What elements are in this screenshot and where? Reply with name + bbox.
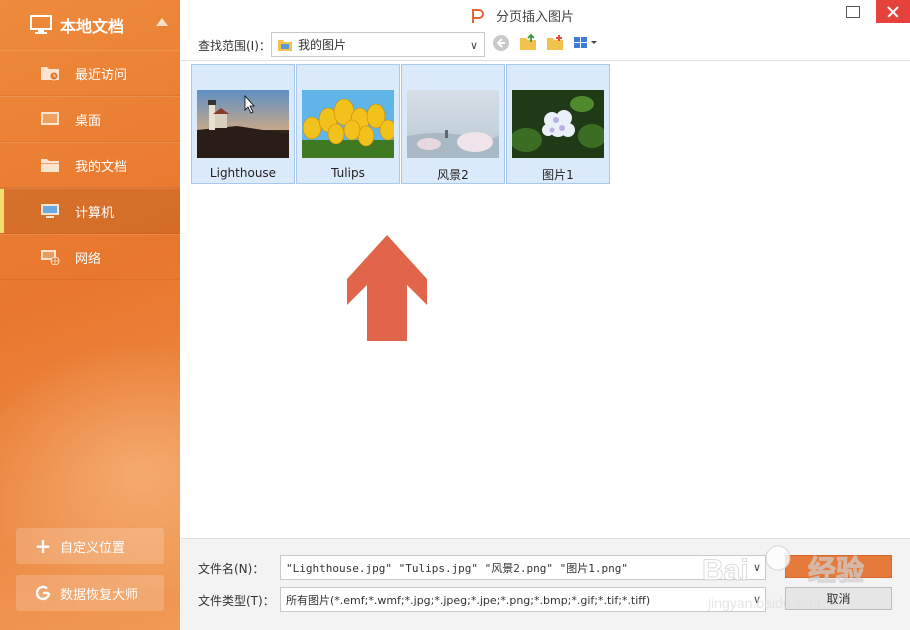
- sidebar-item-documents[interactable]: 我的文档: [0, 142, 180, 188]
- footer-panel: [181, 538, 910, 630]
- sidebar-item-computer[interactable]: 计算机: [0, 188, 180, 234]
- file-name: Tulips: [331, 166, 365, 180]
- network-icon: [41, 250, 60, 265]
- file-tile-lighthouse[interactable]: Lighthouse: [191, 64, 295, 184]
- view-menu-icon[interactable]: [573, 34, 601, 52]
- sidebar-item-label: 计算机: [75, 205, 115, 221]
- sidebar-title: 本地文档: [60, 17, 125, 36]
- back-icon[interactable]: [492, 34, 510, 52]
- filename-label: 文件名(N)：: [198, 562, 265, 576]
- tulips-thumbnail: [302, 90, 394, 158]
- filetype-value: 所有图片(*.emf;*.wmf;*.jpg;*.jpeg;*.jpe;*.pn…: [286, 593, 651, 607]
- file-list: Lighthouse Tulips 风景2 图片1: [181, 60, 910, 538]
- chevron-down-icon[interactable]: ∨: [753, 561, 761, 574]
- hydrangea-thumbnail: [512, 90, 604, 158]
- file-name: Lighthouse: [209, 166, 277, 180]
- sidebar-item-label: 桌面: [75, 113, 102, 129]
- close-button[interactable]: [876, 0, 910, 23]
- sidebar-item-label: 我的文档: [75, 159, 128, 175]
- file-tile-scenery[interactable]: 风景2: [401, 64, 505, 184]
- sidebar-list: 最近访问 桌面 我的文档 计算机 网络: [0, 50, 180, 280]
- computer-icon: [41, 204, 59, 218]
- file-tile-tulips[interactable]: Tulips: [296, 64, 400, 184]
- desktop-icon: [41, 112, 59, 125]
- open-button[interactable]: [785, 555, 892, 578]
- look-in-value: 我的图片: [298, 38, 347, 52]
- file-name: 风景2: [437, 168, 469, 182]
- pictures-folder-icon: [278, 39, 292, 51]
- recent-folder-icon: [41, 67, 59, 81]
- data-recovery-label: 数据恢复大师: [60, 587, 139, 603]
- sidebar-item-label: 网络: [75, 251, 102, 267]
- sidebar-item-desktop[interactable]: 桌面: [0, 96, 180, 142]
- plus-icon: +: [34, 534, 52, 558]
- maximize-button[interactable]: [846, 6, 860, 18]
- file-tile-image1[interactable]: 图片1: [506, 64, 610, 184]
- dialog-title-group: 分页插入图片: [470, 6, 574, 25]
- new-folder-icon[interactable]: [546, 34, 564, 52]
- up-folder-icon[interactable]: [519, 34, 537, 52]
- folder-icon: [41, 159, 59, 172]
- sidebar-item-network[interactable]: 网络: [0, 234, 180, 280]
- wps-presentation-logo-icon: [472, 8, 484, 23]
- arrow-up-annotation: [347, 235, 427, 341]
- sidebar-item-recent[interactable]: 最近访问: [0, 50, 180, 96]
- monitor-icon: [30, 15, 52, 34]
- filetype-select[interactable]: 所有图片(*.emf;*.wmf;*.jpg;*.jpeg;*.jpe;*.pn…: [280, 587, 766, 612]
- chevron-down-icon[interactable]: ∨: [753, 593, 761, 606]
- filename-value: "Lighthouse.jpg" "Tulips.jpg" "风景2.png" …: [286, 561, 629, 575]
- cancel-button[interactable]: 取消: [785, 587, 892, 610]
- look-in-select[interactable]: 我的图片 ∨: [271, 32, 485, 57]
- filename-input[interactable]: "Lighthouse.jpg" "Tulips.jpg" "风景2.png" …: [280, 555, 766, 580]
- sidebar-item-label: 最近访问: [75, 67, 128, 83]
- file-name: 图片1: [542, 168, 574, 182]
- sidebar-header: 本地文档: [0, 0, 180, 50]
- collapse-icon[interactable]: [156, 18, 168, 26]
- sidebar: 本地文档 最近访问 桌面 我的文档 计算机 网络 + 自定义位置 数据恢复大师: [0, 0, 180, 630]
- dialog-title: 分页插入图片: [496, 10, 575, 25]
- chevron-down-icon: ∨: [469, 39, 478, 52]
- cancel-label: 取消: [826, 592, 851, 606]
- title-bar: 分页插入图片: [180, 0, 910, 30]
- data-recovery-button[interactable]: 数据恢复大师: [16, 575, 164, 611]
- custom-location-label: 自定义位置: [60, 540, 126, 556]
- custom-location-button[interactable]: + 自定义位置: [16, 528, 164, 564]
- scenery-thumbnail: [407, 90, 499, 158]
- filetype-label: 文件类型(T)：: [198, 594, 275, 608]
- look-in-label: 查找范围(I)：: [198, 39, 271, 53]
- lighthouse-thumbnail: [197, 90, 289, 158]
- recovery-icon: [35, 585, 51, 601]
